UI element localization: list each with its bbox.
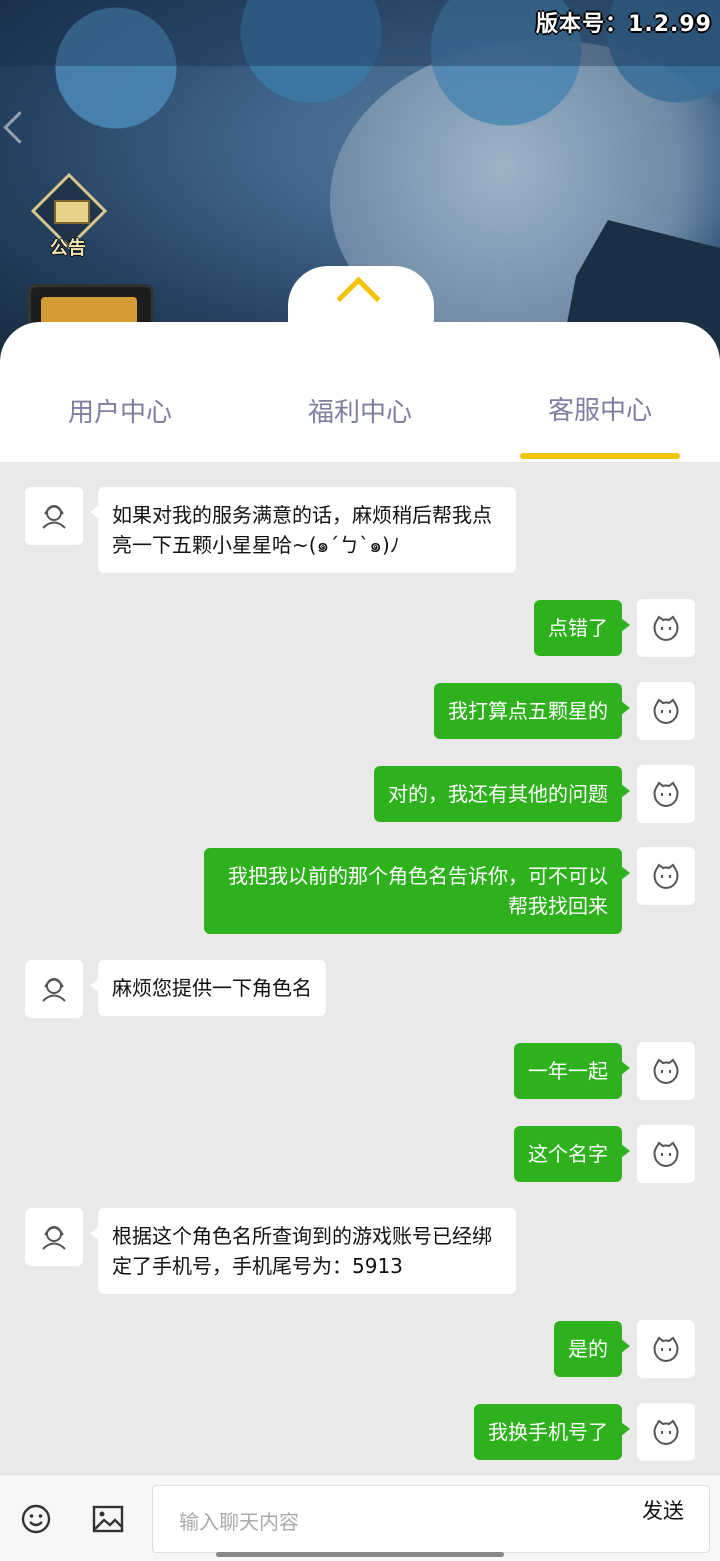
user-avatar — [637, 1403, 695, 1461]
agent-icon — [42, 978, 66, 1002]
message-bubble-user: 对的，我还有其他的问题 — [374, 766, 630, 822]
chat-input-placeholder: 输入聊天内容 — [179, 1510, 299, 1534]
chat-input[interactable]: 输入聊天内容 — [152, 1485, 710, 1553]
user-avatar — [637, 682, 695, 740]
notice-label: 公告 — [50, 238, 86, 259]
message-bubble-agent: 麻烦您提供一下角色名 — [90, 960, 326, 1016]
home-indicator[interactable] — [216, 1552, 504, 1557]
message-bubble-agent: 根据这个角色名所查询到的游戏账号已经绑定了手机号，手机尾号为：5913 — [90, 1208, 516, 1294]
agent-icon — [42, 1226, 66, 1250]
user-avatar — [637, 1125, 695, 1183]
message-bubble-user: 一年一起 — [514, 1043, 630, 1099]
cat-face-icon — [653, 1336, 679, 1363]
message-bubble-user: 是的 — [554, 1321, 630, 1377]
message-bubble-user: 我打算点五颗星的 — [434, 683, 630, 739]
active-tab-indicator — [520, 453, 680, 459]
agent-avatar — [25, 487, 83, 545]
version-label: 版本号：1.2.99 — [536, 12, 712, 37]
chat-area[interactable]: 如果对我的服务满意的话，麻烦稍后帮我点亮一下五颗小星星哈~(๑ˊㄅˋ๑)ﾉ 点错… — [0, 462, 720, 1472]
notice-button[interactable]: 公告 — [30, 172, 108, 260]
user-avatar — [637, 1042, 695, 1100]
user-avatar — [637, 599, 695, 657]
smiley-icon[interactable] — [20, 1503, 52, 1539]
cat-face-icon — [653, 781, 679, 808]
cat-face-icon — [653, 863, 679, 890]
image-icon[interactable] — [92, 1505, 124, 1537]
user-avatar — [637, 765, 695, 823]
tab-welfare-center[interactable]: 福利中心 — [240, 392, 480, 429]
cat-face-icon — [653, 698, 679, 725]
message-bubble-user: 点错了 — [534, 600, 630, 656]
message-bubble-user: 我换手机号了 — [474, 1404, 630, 1460]
cat-face-icon — [653, 1419, 679, 1446]
agent-icon — [42, 505, 66, 529]
input-bar: 输入聊天内容 发送 — [0, 1474, 720, 1561]
user-avatar — [637, 847, 695, 905]
scroll-icon — [54, 200, 90, 224]
agent-avatar — [25, 1208, 83, 1266]
tab-customer-service[interactable]: 客服中心 — [480, 390, 720, 427]
message-bubble-agent: 如果对我的服务满意的话，麻烦稍后帮我点亮一下五颗小星星哈~(๑ˊㄅˋ๑)ﾉ — [90, 487, 516, 573]
user-avatar — [637, 1320, 695, 1378]
tab-user-center[interactable]: 用户中心 — [0, 392, 240, 429]
message-bubble-user: 这个名字 — [514, 1126, 630, 1182]
agent-avatar — [25, 960, 83, 1018]
send-button[interactable]: 发送 — [642, 1495, 684, 1525]
cat-face-icon — [653, 1058, 679, 1085]
cat-face-icon — [653, 1141, 679, 1168]
message-bubble-user: 我把我以前的那个角色名告诉你，可不可以帮我找回来 — [204, 848, 630, 934]
cat-face-icon — [653, 615, 679, 642]
